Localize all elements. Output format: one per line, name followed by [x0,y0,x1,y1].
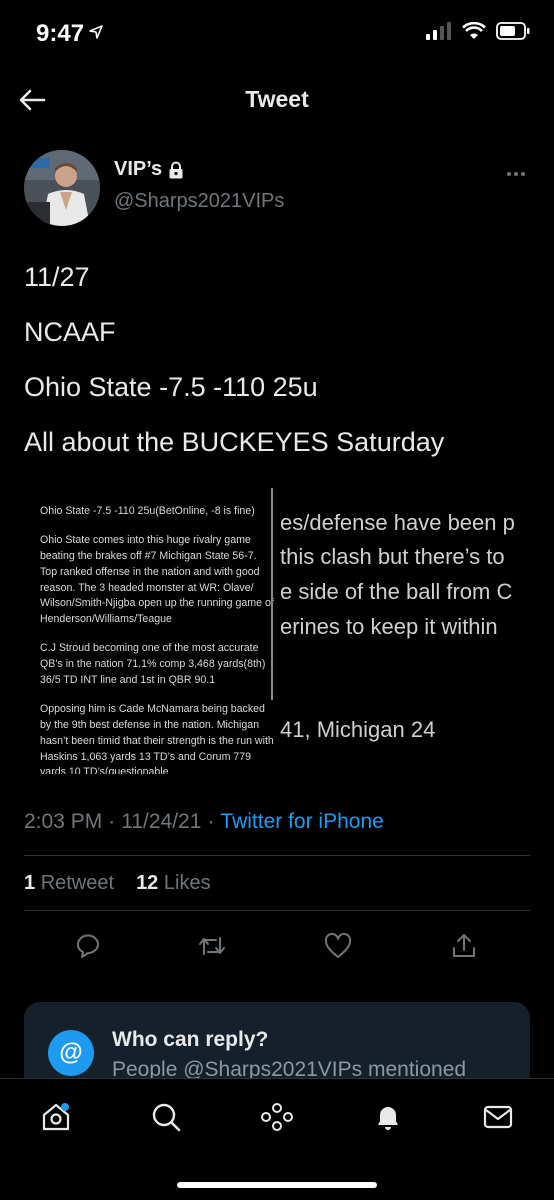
home-indicator [177,1182,377,1188]
separator-dot: · [207,810,215,833]
battery-icon [496,22,530,40]
notification-dot [61,1103,69,1111]
tweet-stats: 1 Retweet 12 Likes [24,872,211,895]
mail-icon [483,1105,513,1129]
more-dot-icon [521,172,525,176]
notes-line: e side of the ball from C [280,579,513,604]
retweet-icon [199,937,225,955]
top-nav-bar: Tweet [0,70,554,130]
tab-spaces[interactable] [257,1097,297,1137]
notes-line: es/defense have been p [280,510,515,535]
tweet-date: 11/24/21 [121,810,202,833]
share-button[interactable] [448,930,480,962]
tweet-text: 11/27 NCAAF Ohio State -7.5 -110 25u All… [24,256,530,476]
retweets-label: Retweet [40,872,115,894]
divider [24,855,530,856]
status-time: 9:47 [36,20,85,47]
display-name[interactable]: VIP’s [114,158,162,181]
media-image-notes[interactable]: es/defense have been p this clash but th… [278,484,530,774]
more-dot-icon [507,172,511,176]
notes-line: erines to keep it within [280,614,498,639]
tab-search[interactable] [146,1097,186,1137]
lock-icon [169,161,183,178]
at-sign-icon: @ [48,1030,94,1076]
reply-icon [77,934,99,958]
search-icon [152,1103,181,1132]
share-icon [453,934,475,957]
separator-dot: · [108,810,116,833]
notes-line: this clash but there’s to [280,544,505,569]
retweets-stat[interactable]: 1 Retweet [24,872,114,895]
divider [24,910,530,911]
media-image-writeup[interactable]: Ohio State -7.5 -110 25u(BetOnline, -8 i… [24,484,274,774]
retweet-button[interactable] [196,930,228,962]
retweets-count: 1 [24,872,36,894]
tweet-author: VIP’s @Sharps2021VIPs [24,150,534,226]
tab-messages[interactable] [478,1097,518,1137]
tweet-line: Ohio State -7.5 -110 25u [24,372,318,402]
more-dot-icon [514,172,518,176]
avatar-image [24,150,100,226]
tweet-time: 2:03 PM [24,810,103,833]
more-options-button[interactable] [502,164,530,184]
name-row: VIP’s [114,158,184,181]
status-bar: 9:47 [0,0,554,70]
spaces-icon [261,1103,293,1131]
tab-notifications[interactable] [368,1097,408,1137]
wifi-icon [462,22,486,39]
reply-button[interactable] [72,930,104,962]
tweet-line: NCAAF [24,317,116,347]
notes-line: 41, Michigan 24 [280,717,436,742]
page-title: Tweet [245,86,309,112]
tweet-timestamp: 2:03 PM · 11/24/21 · Twitter for iPhone [24,810,384,834]
writeup-paragraph: C.J Stroud becoming one of the most accu… [40,642,266,687]
tweet-media[interactable]: Ohio State -7.5 -110 25u(BetOnline, -8 i… [24,484,530,774]
tab-home[interactable] [36,1097,76,1137]
writeup-paragraph: Opposing him is Cade McNamara being back… [40,702,274,774]
tweet-actions [24,924,530,968]
bell-icon [378,1107,398,1130]
likes-label: Likes [163,872,211,894]
like-button[interactable] [322,930,354,962]
reply-card-title: Who can reply? [112,1028,269,1051]
author-handle[interactable]: @Sharps2021VIPs [114,190,284,213]
writeup-paragraph: Ohio State comes into this huge rivalry … [40,533,274,626]
cellular-signal-icon [426,22,451,40]
tweet-line: 11/27 [24,262,90,292]
heart-icon [324,933,352,958]
likes-count: 12 [136,872,159,894]
likes-stat[interactable]: 12 Likes [136,872,211,895]
writeup-paragraph: Ohio State -7.5 -110 25u(BetOnline, -8 i… [40,505,255,517]
source-link[interactable]: Twitter for iPhone [220,810,383,834]
tweet-line: All about the BUCKEYES Saturday [24,427,445,457]
avatar[interactable] [24,150,100,226]
text-cursor-bar [271,488,273,700]
location-arrow-icon [89,25,103,39]
